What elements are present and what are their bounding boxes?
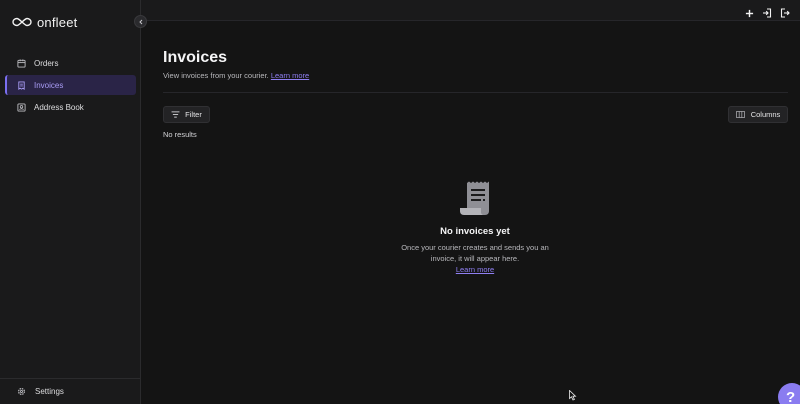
top-bar (141, 0, 800, 21)
plus-icon[interactable] (745, 5, 754, 23)
sidebar-item-invoices[interactable]: Invoices (5, 75, 136, 95)
header-divider (163, 92, 788, 93)
empty-state-title: No invoices yet (440, 226, 510, 237)
sidebar-item-address-book[interactable]: Address Book (5, 97, 136, 117)
sidebar-item-label: Orders (34, 58, 59, 68)
sidebar-item-label: Address Book (34, 102, 84, 112)
columns-icon (735, 111, 745, 118)
subtitle-text: View invoices from your courier. (163, 71, 269, 80)
sidebar-item-label: Invoices (34, 80, 64, 90)
receipt-icon (18, 80, 25, 90)
empty-state-learn-more-link[interactable]: Learn more (456, 264, 494, 275)
logout-icon[interactable] (780, 5, 790, 23)
gear-icon (17, 387, 26, 396)
columns-button[interactable]: Columns (728, 106, 788, 123)
app-logo[interactable]: onfleet (12, 13, 77, 31)
onfleet-logo-icon (12, 17, 32, 27)
filter-label: Filter (185, 110, 202, 119)
sidebar-item-settings[interactable]: Settings (0, 378, 140, 404)
sidebar-item-orders[interactable]: Orders (5, 53, 136, 73)
calendar-icon (17, 58, 26, 68)
sidebar: onfleet Orders Invoices Address Book Set… (0, 0, 141, 404)
settings-label: Settings (35, 387, 64, 396)
chevron-left-icon (138, 19, 142, 24)
page-title: Invoices (163, 49, 228, 66)
no-results-text: No results (163, 130, 197, 139)
receipt-icon (460, 181, 489, 215)
mouse-cursor-icon (569, 388, 577, 404)
filter-icon (171, 111, 180, 118)
logo-text: onfleet (37, 14, 78, 30)
contact-book-icon (17, 102, 26, 112)
collapse-sidebar-button[interactable] (134, 15, 147, 28)
filter-button[interactable]: Filter (163, 106, 210, 123)
page-subtitle: View invoices from your courier. Learn m… (163, 71, 309, 80)
empty-state: No invoices yet Once your courier create… (375, 181, 575, 275)
learn-more-link[interactable]: Learn more (271, 71, 309, 80)
empty-state-description: Once your courier creates and sends you … (401, 243, 549, 263)
login-icon[interactable] (762, 5, 772, 23)
help-button[interactable]: ? (778, 383, 800, 404)
columns-label: Columns (750, 110, 781, 119)
sidebar-nav: Orders Invoices Address Book (5, 53, 136, 119)
